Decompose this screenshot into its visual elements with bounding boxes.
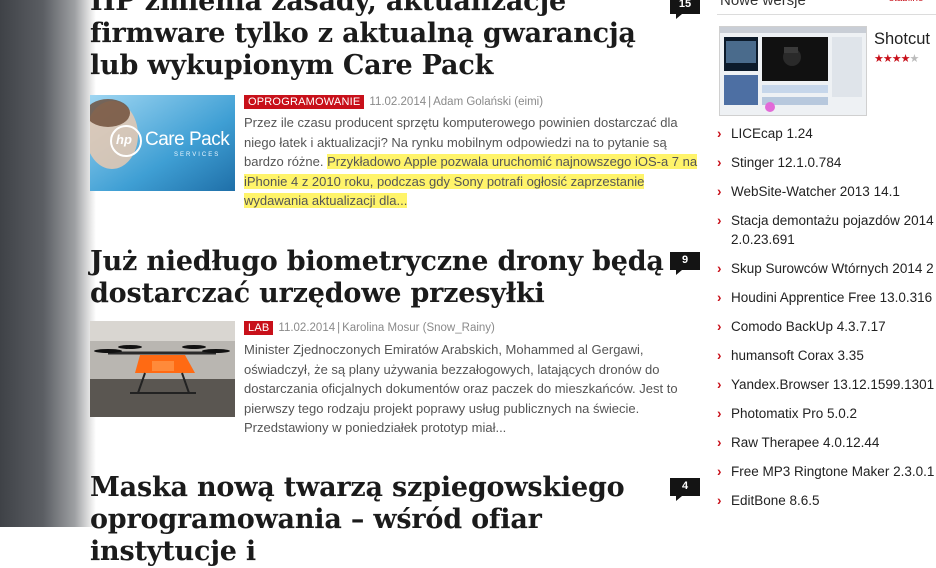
list-item[interactable]: › humansoft Corax 3.35: [717, 346, 934, 365]
version-label: Free MP3 Ringtone Maker 2.3.0.1: [731, 464, 935, 479]
list-item-continued[interactable]: 2.0.23.691: [717, 230, 934, 249]
arrow-icon: ›: [717, 464, 722, 479]
list-item[interactable]: › Comodo BackUp 4.3.7.17: [717, 317, 934, 336]
meta-separator: |: [337, 322, 341, 334]
thumbnail-subcaption: SERVICES: [174, 152, 221, 158]
hp-logo: hp: [116, 132, 132, 147]
arrow-icon: ›: [717, 348, 722, 363]
article-item: Maska nową twarzą szpiegowskiego oprogra…: [90, 472, 700, 568]
article-thumbnail[interactable]: hp Care Pack SERVICES: [90, 95, 235, 191]
version-label: Comodo BackUp 4.3.7.17: [731, 319, 886, 334]
version-label: EditBone 8.6.5: [731, 493, 820, 508]
comment-count-badge[interactable]: 9: [670, 252, 700, 275]
article-item: HP zmienia zasady, aktualizacje firmware…: [90, 0, 700, 208]
article-title[interactable]: HP zmienia zasady, aktualizacje firmware…: [90, 0, 670, 82]
left-edge-shadow: [0, 0, 96, 527]
article-title[interactable]: Maska nową twarzą szpiegowskiego oprogra…: [90, 472, 670, 568]
arrow-icon: ›: [717, 213, 722, 228]
list-item[interactable]: › WebSite-Watcher 2013 14.1: [717, 182, 934, 201]
arrow-icon: ›: [717, 126, 722, 141]
star-empty-icon: ★: [909, 53, 920, 65]
list-item[interactable]: › EditBone 8.6.5: [717, 491, 934, 510]
article-thumbnail[interactable]: [90, 321, 235, 417]
list-item[interactable]: › Stinger 12.1.0.784: [717, 153, 934, 172]
drone-image: [90, 321, 235, 417]
list-item[interactable]: › Skup Surowców Wtórnych 2014 2: [717, 259, 934, 278]
version-label: Skup Surowców Wtórnych 2014 2: [731, 261, 934, 276]
list-item[interactable]: › Yandex.Browser 13.12.1599.1301: [717, 375, 934, 394]
sidebar-filter-link[interactable]: stabilne: [889, 0, 923, 4]
article-item: Już niedługo biometryczne drony będą dos…: [90, 246, 700, 435]
divider: [717, 14, 936, 15]
list-item[interactable]: › Houdini Apprentice Free 13.0.316: [717, 288, 934, 307]
arrow-icon: ›: [717, 406, 722, 421]
version-label: humansoft Corax 3.35: [731, 348, 864, 363]
article-author[interactable]: Karolina Mosur (Snow_Rainy): [342, 322, 495, 334]
star-half-icon: ★: [900, 53, 911, 65]
list-item[interactable]: › Raw Therapee 4.0.12.44: [717, 433, 934, 452]
version-label: 2.0.23.691: [731, 232, 795, 247]
article-excerpt: Minister Zjednoczonych Emiratów Arabskic…: [244, 342, 678, 435]
sidebar-heading: Nowe wersje: [720, 0, 806, 9]
arrow-icon: ›: [717, 261, 722, 276]
arrow-icon: ›: [717, 435, 722, 450]
version-label: Yandex.Browser 13.12.1599.1301: [731, 377, 935, 392]
rating-stars: ★★★★★: [874, 52, 920, 65]
article-list: HP zmienia zasady, aktualizacje firmware…: [90, 0, 700, 567]
featured-screenshot[interactable]: [719, 26, 867, 116]
arrow-icon: ›: [717, 155, 722, 170]
category-tag[interactable]: OPROGRAMOWANIE: [244, 95, 365, 109]
version-label: Stacja demontażu pojazdów 2014: [731, 213, 934, 228]
article-meta: OPROGRAMOWANIE 11.02.2014 | Adam Golański (…: [244, 94, 543, 110]
arrow-icon: ›: [717, 290, 722, 305]
list-item[interactable]: › Photomatix Pro 5.0.2: [717, 404, 934, 423]
article-title[interactable]: Już niedługo biometryczne drony będą dos…: [90, 246, 670, 310]
star-icon: ★: [882, 53, 893, 65]
arrow-icon: ›: [717, 493, 722, 508]
versions-list: › LICEcap 1.24 › Stinger 12.1.0.784 › WebSi…: [717, 124, 934, 510]
star-icon: ★: [891, 53, 902, 65]
meta-separator: |: [428, 96, 432, 108]
version-label: WebSite-Watcher 2013 14.1: [731, 184, 900, 199]
star-icon: ★: [874, 53, 884, 65]
featured-app-name[interactable]: Shotcut: [874, 30, 930, 49]
comment-count-badge[interactable]: 15: [670, 0, 700, 19]
category-tag[interactable]: LAB: [244, 321, 274, 335]
list-item[interactable]: › Stacja demontażu pojazdów 2014: [717, 211, 934, 230]
version-label: LICEcap 1.24: [731, 126, 813, 141]
list-item[interactable]: › Free MP3 Ringtone Maker 2.3.0.1: [717, 462, 934, 481]
article-author[interactable]: Adam Golański (eimi): [433, 96, 543, 108]
version-label: Houdini Apprentice Free 13.0.316: [731, 290, 933, 305]
version-label: Raw Therapee 4.0.12.44: [731, 435, 880, 450]
arrow-icon: ›: [717, 319, 722, 334]
article-excerpt: Przez ile czasu producent sprzętu komput…: [244, 113, 700, 211]
version-label: Stinger 12.1.0.784: [731, 155, 842, 170]
version-label: Photomatix Pro 5.0.2: [731, 406, 858, 421]
thumbnail-caption: Care Pack: [145, 129, 230, 150]
comment-count-badge[interactable]: 4: [670, 478, 700, 501]
shotcut-screenshot: [720, 27, 866, 115]
article-date: 11.02.2014: [369, 96, 427, 108]
article-date: 11.02.2014: [278, 322, 336, 334]
article-meta: LAB 11.02.2014 | Karolina Mosur (Snow_Rainy…: [244, 320, 495, 336]
list-item[interactable]: › LICEcap 1.24: [717, 124, 934, 143]
arrow-icon: ›: [717, 377, 722, 392]
arrow-icon: ›: [717, 184, 722, 199]
sidebar-new-versions: Nowe wersje stabilne Shotcut ★★★★★ ›LICE…: [717, 0, 936, 527]
